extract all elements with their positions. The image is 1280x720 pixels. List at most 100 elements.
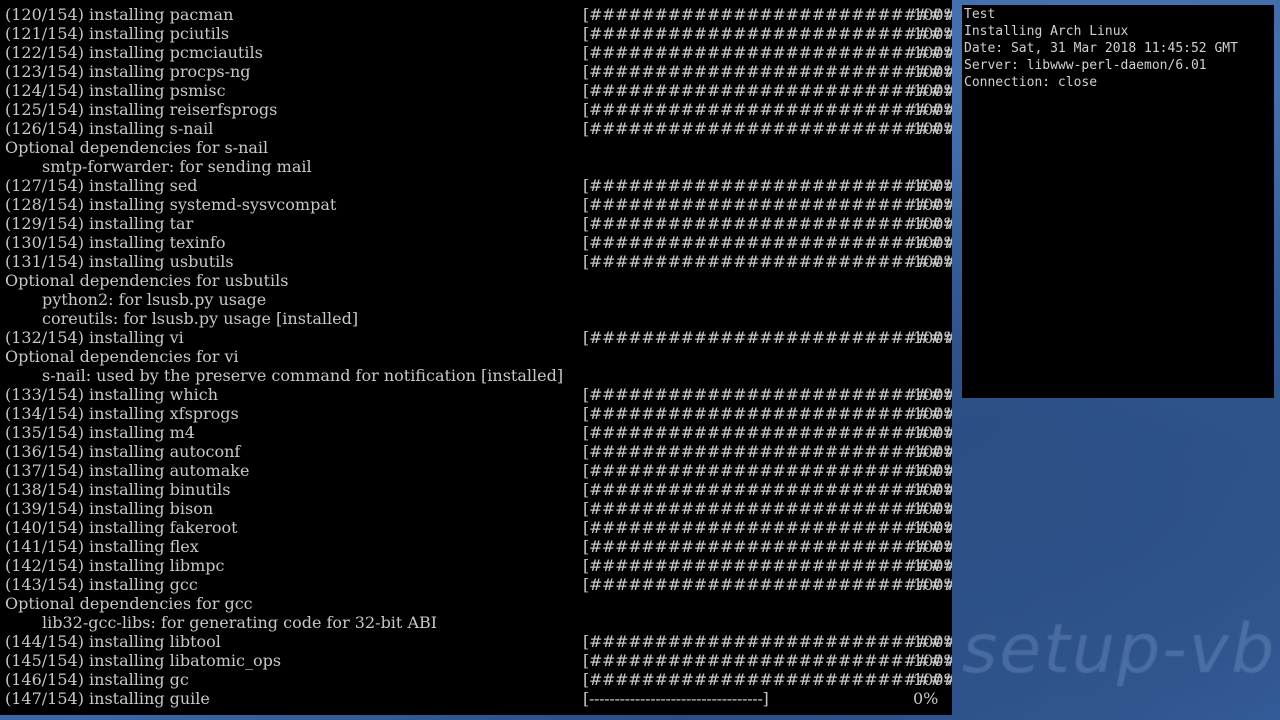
dependency-info-line: Optional dependencies for vi [5,347,952,366]
terminal-console[interactable]: (120/154) installing pacman [############… [0,0,952,715]
progress-percent: 100% [913,442,952,461]
progress-bar: [##################################] [583,233,952,252]
progress-bar: [##################################] [583,176,952,195]
install-progress-line: (131/154) installing usbutils [##########… [5,252,952,271]
console-text: (131/154) installing usbutils [5,252,234,271]
install-progress-line: (125/154) installing reiserfsprogs [#####… [5,100,952,119]
progress-bar: [##################################] [583,5,952,24]
console-text: python2: for lsusb.py usage [42,290,267,309]
install-progress-line: (132/154) installing vi [################… [5,328,952,347]
console-text: (122/154) installing pcmciautils [5,43,263,62]
console-text: (143/154) installing gcc [5,575,198,594]
progress-bar: [##################################] [583,81,952,100]
install-progress-line: (130/154) installing texinfo [###########… [5,233,952,252]
console-text: (137/154) installing automake [5,461,250,480]
dependency-info-line: lib32-gcc-libs: for generating code for … [5,613,952,632]
console-text: (146/154) installing gc [5,670,189,689]
dependency-info-line: Optional dependencies for s-nail [5,138,952,157]
info-line: Date: Sat, 31 Mar 2018 11:45:52 GMT [964,41,1238,56]
progress-percent: 100% [913,651,952,670]
console-text: (139/154) installing bison [5,499,214,518]
progress-bar: [##################################] [583,651,952,670]
progress-percent: 100% [913,537,952,556]
progress-bar: [##################################] [583,100,952,119]
progress-bar: [##################################] [583,328,952,347]
console-text: (132/154) installing vi [5,328,184,347]
progress-bar: [##################################] [583,62,952,81]
dependency-info-line: s-nail: used by the preserve command for… [5,366,952,385]
console-text: Optional dependencies for usbutils [5,271,289,290]
install-progress-line: (137/154) installing automake [##########… [5,461,952,480]
progress-percent: 100% [913,100,952,119]
info-line: Connection: close [964,75,1098,90]
console-text: coreutils: for lsusb.py usage [installed… [42,309,359,328]
install-progress-line: (133/154) installing which [#############… [5,385,952,404]
install-progress-line: (129/154) installing tar [###############… [5,214,952,233]
install-progress-line: (142/154) installing libmpc [############… [5,556,952,575]
progress-bar: [##################################] [583,195,952,214]
progress-bar: [##################################] [583,43,952,62]
install-progress-line: (147/154) installing guile [-------------… [5,689,952,708]
console-text: (126/154) installing s-nail [5,119,214,138]
install-progress-line: (141/154) installing flex [##############… [5,537,952,556]
progress-percent: 100% [913,5,952,24]
info-line: Test [964,7,996,22]
console-text: (140/154) installing fakeroot [5,518,238,537]
install-progress-line: (140/154) installing fakeroot [##########… [5,518,952,537]
console-text: (144/154) installing libtool [5,632,221,651]
console-text: (133/154) installing which [5,385,219,404]
install-progress-line: (135/154) installing m4 [################… [5,423,952,442]
progress-percent: 100% [913,518,952,537]
progress-percent: 100% [913,62,952,81]
progress-bar: [##################################] [583,480,952,499]
console-text: (142/154) installing libmpc [5,556,225,575]
install-progress-line: (138/154) installing binutils [##########… [5,480,952,499]
progress-bar: [##################################] [583,632,952,651]
install-progress-line: (139/154) installing bison [#############… [5,499,952,518]
console-text: (125/154) installing reiserfsprogs [5,100,278,119]
progress-bar: [##################################] [583,518,952,537]
install-progress-line: (136/154) installing autoconf [##########… [5,442,952,461]
console-text: (129/154) installing tar [5,214,194,233]
console-text: (136/154) installing autoconf [5,442,241,461]
install-progress-line: (122/154) installing pcmciautils [#######… [5,43,952,62]
progress-percent: 100% [913,556,952,575]
dependency-info-line: Optional dependencies for gcc [5,594,952,613]
progress-percent: 100% [913,480,952,499]
progress-percent: 100% [913,670,952,689]
progress-percent: 100% [913,233,952,252]
console-text: Optional dependencies for s-nail [5,138,269,157]
console-text: lib32-gcc-libs: for generating code for … [42,613,438,632]
console-text: Optional dependencies for gcc [5,594,253,613]
progress-percent: 100% [913,24,952,43]
progress-bar: [##################################] [583,670,952,689]
progress-percent: 100% [913,176,952,195]
info-line: Server: libwww-perl-daemon/6.01 [964,58,1207,73]
console-text: (134/154) installing xfsprogs [5,404,239,423]
progress-bar: [----------------------------------] [583,689,769,708]
progress-bar: [##################################] [583,252,952,271]
console-text: (124/154) installing psmisc [5,81,226,100]
progress-bar: [##################################] [583,404,952,423]
console-text: (121/154) installing pciutils [5,24,230,43]
progress-bar: [##################################] [583,537,952,556]
setup-vb-watermark: setup-vb [962,610,1277,689]
install-progress-line: (123/154) installing procps-ng [#########… [5,62,952,81]
progress-bar: [##################################] [583,461,952,480]
progress-percent: 100% [913,252,952,271]
install-progress-line: (121/154) installing pciutils [##########… [5,24,952,43]
progress-percent: 100% [913,499,952,518]
install-progress-line: (128/154) installing systemd-sysvcompat [… [5,195,952,214]
progress-percent: 100% [913,195,952,214]
dependency-info-line: python2: for lsusb.py usage [5,290,952,309]
info-line: Installing Arch Linux [964,24,1129,39]
progress-bar: [##################################] [583,214,952,233]
progress-bar: [##################################] [583,24,952,43]
console-text: (147/154) installing guile [5,689,210,708]
install-progress-line: (143/154) installing gcc [###############… [5,575,952,594]
progress-bar: [##################################] [583,442,952,461]
progress-percent: 100% [913,385,952,404]
console-text: Optional dependencies for vi [5,347,239,366]
console-text: (130/154) installing texinfo [5,233,226,252]
progress-bar: [##################################] [583,119,952,138]
